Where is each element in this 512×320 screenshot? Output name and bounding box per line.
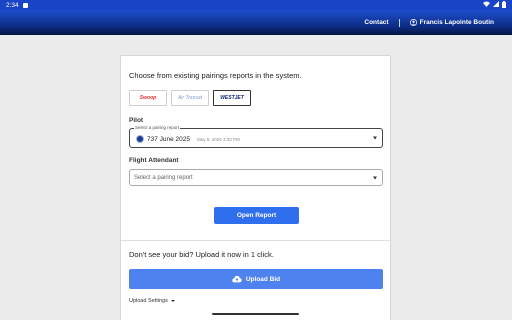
- battery-icon: [502, 0, 506, 10]
- chevron-down-icon: [170, 300, 175, 302]
- bid-prompt: Don't see your bid? Upload it now in 1 c…: [129, 250, 274, 259]
- westjet-logo-text: WESTJET: [220, 95, 244, 101]
- pilot-selected-value: 737 June 2025: [147, 135, 191, 143]
- home-indicator: [212, 313, 299, 315]
- air-transat-logo-text: Air Transat: [177, 95, 203, 101]
- app-header: Contact Francis Lapointe Boutin: [0, 10, 512, 35]
- header-divider: [398, 18, 400, 27]
- pairings-card: Choose from existing pairings reports in…: [120, 55, 392, 320]
- cloud-upload-icon: [232, 275, 242, 283]
- pilot-report-select[interactable]: Select a pairing report 737 June 2025 Ma…: [129, 125, 383, 148]
- notification-icon: [22, 2, 28, 8]
- air-transat-logo-button[interactable]: Air Transat: [171, 90, 209, 106]
- signal-icon: [493, 1, 499, 9]
- westjet-logo-button[interactable]: WESTJET: [213, 90, 251, 106]
- card-heading: Choose from existing pairings reports in…: [129, 71, 302, 80]
- contact-link[interactable]: Contact: [364, 19, 388, 26]
- pilot-select-floating-label: Select a pairing report: [134, 125, 181, 130]
- upload-bid-label: Upload Bid: [245, 275, 281, 283]
- wifi-icon: [483, 1, 490, 9]
- swoop-logo-text: Swoop: [139, 95, 157, 101]
- flight-attendant-label: Flight Attendant: [129, 157, 179, 164]
- upload-settings-label: Upload Settings: [129, 298, 168, 304]
- chevron-down-icon: [373, 136, 377, 140]
- flight-attendant-report-select[interactable]: Select a pairing report: [129, 169, 383, 186]
- user-name: Francis Lapointe Boutin: [419, 19, 494, 26]
- airline-logos: Swoop Air Transat WESTJET: [129, 90, 251, 106]
- section-divider: [121, 240, 392, 241]
- upload-settings-toggle[interactable]: Upload Settings: [129, 298, 175, 304]
- flight-attendant-placeholder: Select a pairing report: [134, 175, 193, 181]
- chevron-down-icon: [373, 176, 377, 179]
- user-menu[interactable]: Francis Lapointe Boutin: [409, 19, 494, 26]
- user-icon: [409, 19, 417, 26]
- airline-emblem-icon: [136, 135, 144, 143]
- pilot-label: Pilot: [129, 117, 144, 124]
- status-time: 2:34: [6, 1, 19, 9]
- pilot-selected-date: May 8, 2025 3:33 PM: [197, 136, 240, 142]
- swoop-logo-button[interactable]: Swoop: [129, 90, 167, 106]
- status-bar: 2:34: [0, 0, 512, 10]
- upload-bid-button[interactable]: Upload Bid: [129, 269, 383, 289]
- open-report-button[interactable]: Open Report: [214, 207, 299, 224]
